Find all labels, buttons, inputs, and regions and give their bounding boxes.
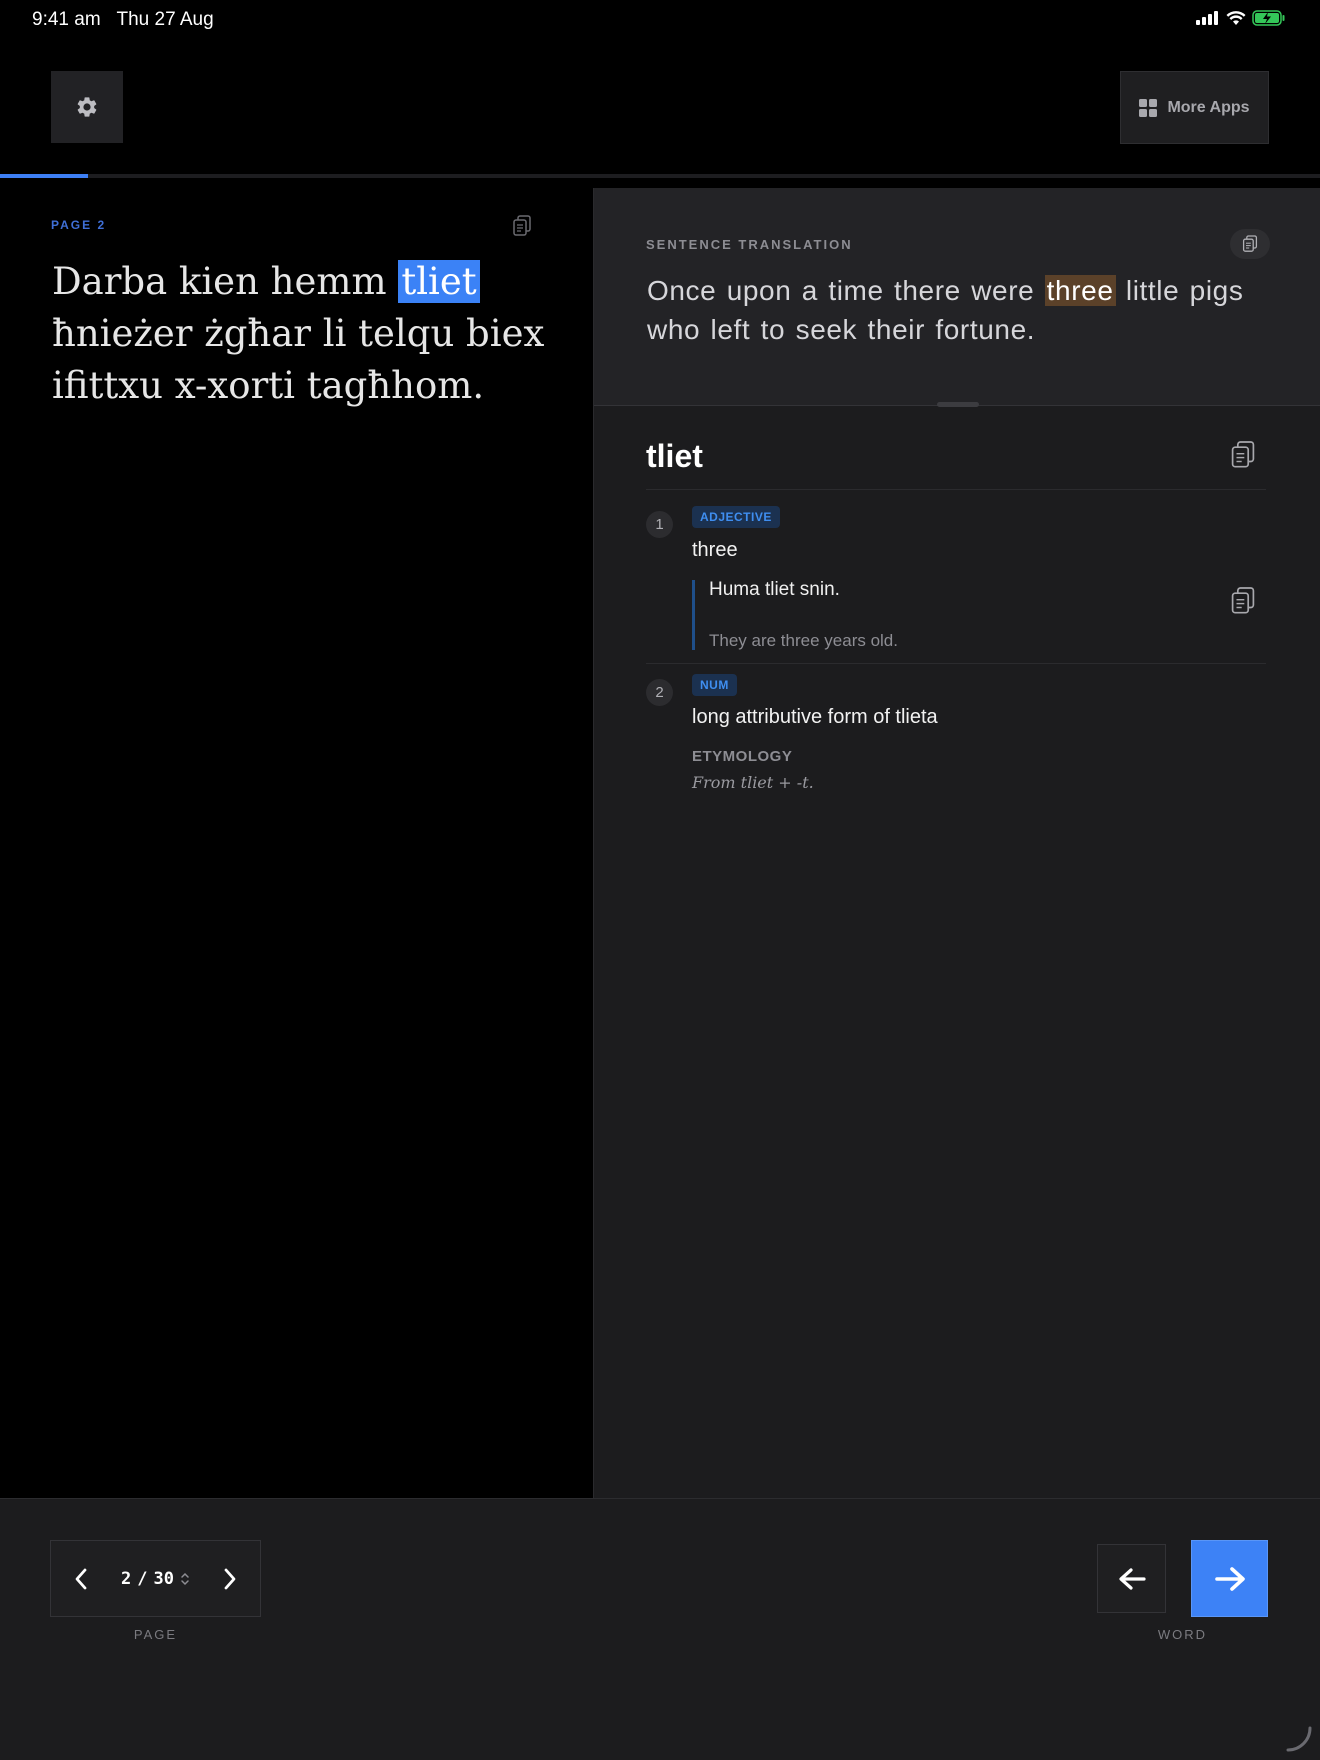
battery-charging-icon <box>1252 10 1285 26</box>
page-caption: PAGE <box>133 1627 178 1642</box>
sentence-translation-panel: SENTENCE TRANSLATION Once upon a time th… <box>594 188 1320 407</box>
source-text-before: Darba kien hemm <box>52 260 399 303</box>
copy-icon <box>1231 441 1255 468</box>
grid-icon <box>1139 98 1158 117</box>
copy-headword-button[interactable] <box>1230 440 1256 475</box>
sense-gloss: three <box>692 539 738 561</box>
panel-drag-handle[interactable] <box>937 402 979 407</box>
arrow-right-icon <box>1214 1566 1245 1591</box>
divider <box>646 663 1266 664</box>
example-sentence: Huma tliet snin. <box>709 579 840 600</box>
page-total: 30 <box>153 1568 174 1589</box>
translation-highlighted-word: three <box>1044 275 1116 306</box>
status-date-text: Thu 27 Aug <box>116 9 214 30</box>
sentence-translation-text: Once upon a time there were three little… <box>647 271 1277 349</box>
chevron-right-icon <box>224 1568 236 1589</box>
source-highlighted-word[interactable]: tliet <box>398 260 480 303</box>
part-of-speech-badge: ADJECTIVE <box>692 506 780 528</box>
copy-example-button[interactable] <box>1230 586 1256 621</box>
status-bar: 9:41 am Thu 27 Aug <box>0 0 1320 40</box>
sentence-translation-label: SENTENCE TRANSLATION <box>646 237 853 252</box>
previous-page-button[interactable] <box>51 1541 111 1616</box>
status-time-text: 9:41 am <box>32 9 101 30</box>
status-indicators <box>1196 10 1286 26</box>
sense-number: 1 <box>646 511 673 538</box>
previous-word-button[interactable] <box>1097 1544 1166 1613</box>
divider <box>646 489 1266 490</box>
example-translation: They are three years old. <box>709 631 898 650</box>
part-of-speech-badge: NUM <box>692 674 737 696</box>
page-label: PAGE 2 <box>51 218 107 232</box>
page-current: 2 <box>121 1568 132 1589</box>
bottom-navigation-bar: 2 / 30 PAGE WORD <box>0 1498 1320 1760</box>
arrow-left-icon <box>1118 1567 1146 1590</box>
dictionary-headword: tliet <box>646 438 703 474</box>
more-apps-label: More Apps <box>1167 98 1250 116</box>
etymology-label: ETYMOLOGY <box>692 748 793 765</box>
source-text-after: ħnieżer żgħar li telqu biex ifittxu x-xo… <box>52 312 545 407</box>
translation-text-before: Once upon a time there were <box>647 275 1045 306</box>
word-caption: WORD <box>1157 1627 1208 1642</box>
reading-progress-fill <box>0 174 89 178</box>
top-bar: More Apps <box>0 40 1320 176</box>
page-navigator: 2 / 30 <box>50 1540 261 1617</box>
example-quote-bar <box>692 580 695 650</box>
reading-progress-bar <box>0 174 1320 178</box>
source-sentence: Darba kien hemm tliet ħnieżer żgħar li t… <box>52 256 552 412</box>
cellular-signal-icon <box>1196 11 1218 25</box>
sense-number: 2 <box>646 679 673 706</box>
sense-gloss: long attributive form of tlieta <box>692 706 938 728</box>
dictionary-pane: SENTENCE TRANSLATION Once upon a time th… <box>593 188 1320 1498</box>
copy-source-button[interactable] <box>512 215 532 242</box>
corner-resize-icon <box>1286 1726 1312 1752</box>
page-separator: / <box>137 1568 148 1589</box>
etymology-text: From tliet + -t. <box>692 773 814 792</box>
chevron-up-down-icon <box>181 1572 189 1585</box>
next-page-button[interactable] <box>200 1541 260 1616</box>
settings-button[interactable] <box>51 71 123 143</box>
chevron-left-icon <box>75 1568 87 1589</box>
wifi-icon <box>1226 10 1246 25</box>
copy-icon <box>1242 235 1258 252</box>
copy-icon <box>1231 587 1255 614</box>
next-word-button[interactable] <box>1191 1540 1268 1617</box>
copy-translation-button[interactable] <box>1230 229 1270 259</box>
source-pane: PAGE 2 Darba kien hemm tliet ħnieżer żgħ… <box>0 188 593 1498</box>
copy-icon <box>513 215 531 236</box>
page-selector[interactable]: 2 / 30 <box>111 1569 200 1589</box>
status-time: 9:41 am Thu 27 Aug <box>32 9 214 31</box>
more-apps-button[interactable]: More Apps <box>1120 71 1269 144</box>
gear-icon <box>77 97 97 117</box>
